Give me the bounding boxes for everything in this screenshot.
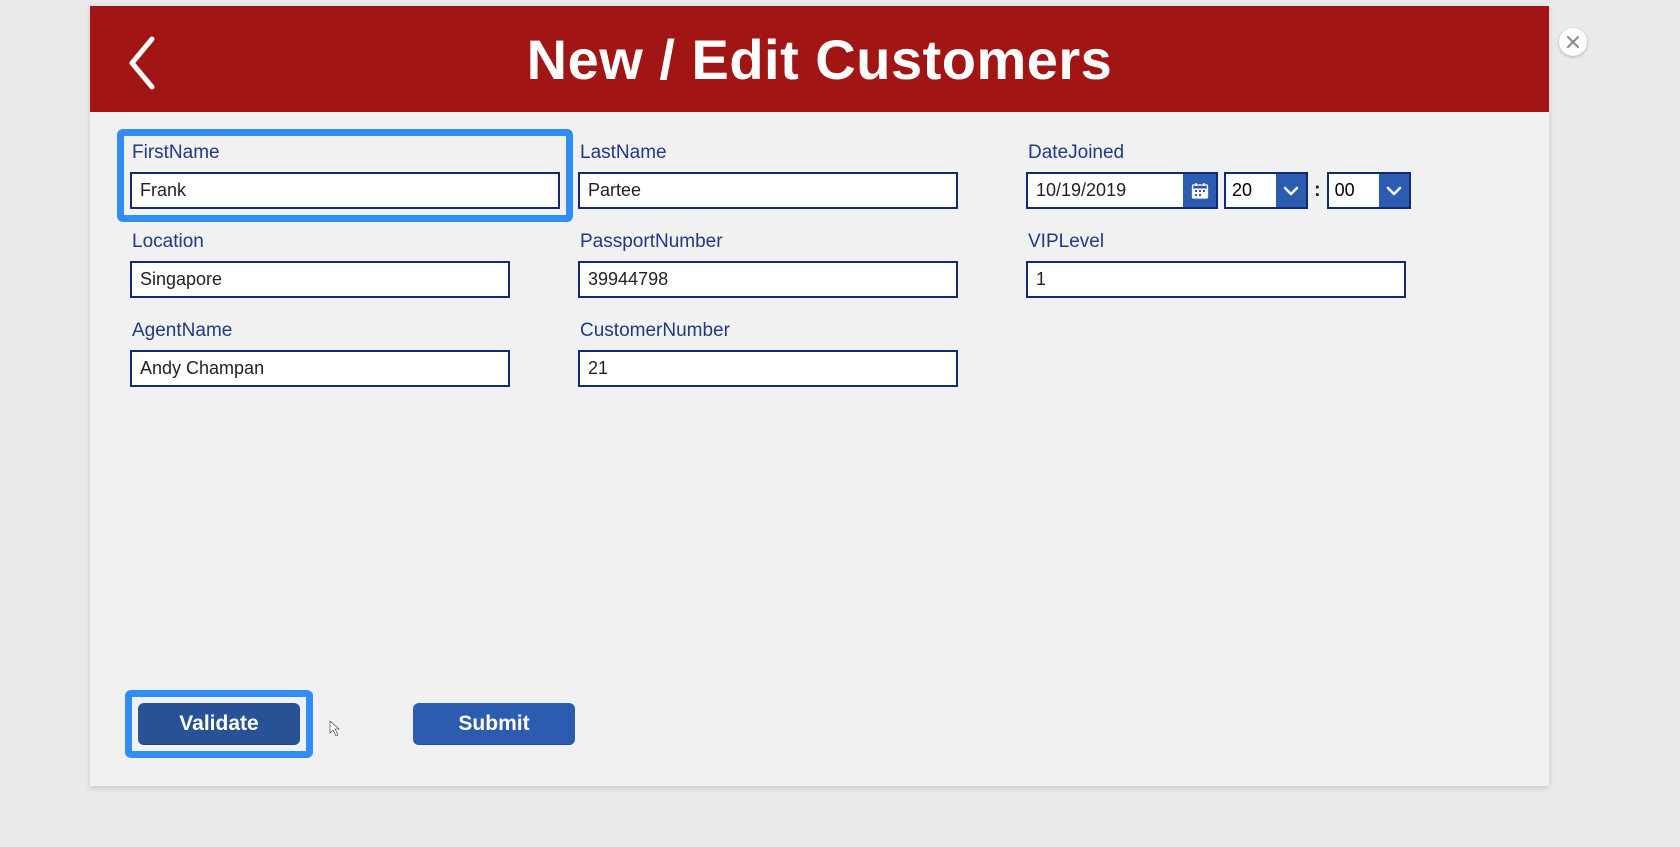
button-row: Validate Submit (125, 690, 575, 758)
chevron-left-icon (126, 35, 158, 91)
label-passport-number: PassportNumber (578, 231, 1008, 253)
page-title: New / Edit Customers (527, 27, 1113, 92)
input-location[interactable] (130, 261, 510, 298)
hour-value: 20 (1226, 174, 1276, 207)
header-bar: New / Edit Customers (90, 6, 1549, 112)
label-agent-name: AgentName (130, 320, 560, 342)
form-area: FirstName LastName DateJoined (90, 112, 1549, 786)
label-first-name: FirstName (130, 142, 560, 164)
chevron-down-icon (1283, 186, 1299, 196)
hour-select[interactable]: 20 (1224, 172, 1308, 209)
field-first-name: FirstName (130, 142, 560, 209)
field-customer-number: CustomerNumber (578, 320, 1008, 387)
date-input-wrap (1026, 172, 1218, 209)
input-vip-level[interactable] (1026, 261, 1406, 298)
customer-form-panel: New / Edit Customers FirstName LastName (90, 6, 1549, 786)
back-button[interactable] (120, 28, 164, 98)
label-date-joined: DateJoined (1026, 142, 1456, 164)
label-customer-number: CustomerNumber (578, 320, 1008, 342)
date-joined-row: 20 : 00 (1026, 172, 1456, 209)
validate-button[interactable]: Validate (138, 703, 300, 745)
field-last-name: LastName (578, 142, 1008, 209)
input-last-name[interactable] (578, 172, 958, 209)
minute-dropdown-button[interactable] (1379, 174, 1409, 207)
input-first-name[interactable] (130, 172, 560, 209)
input-customer-number[interactable] (578, 350, 958, 387)
form-grid: FirstName LastName DateJoined (130, 142, 1509, 387)
highlight-validate: Validate (125, 690, 313, 758)
field-agent-name: AgentName (130, 320, 560, 387)
field-date-joined: DateJoined (1026, 142, 1456, 209)
chevron-down-icon (1386, 186, 1402, 196)
input-date-joined[interactable] (1028, 174, 1183, 207)
calendar-button[interactable] (1183, 174, 1216, 207)
minute-select[interactable]: 00 (1327, 172, 1411, 209)
field-passport-number: PassportNumber (578, 231, 1008, 298)
highlight-first-name: FirstName (117, 129, 573, 222)
calendar-icon (1191, 182, 1209, 200)
field-location: Location (130, 231, 560, 298)
minute-value: 00 (1329, 174, 1379, 207)
time-colon: : (1314, 179, 1321, 202)
label-last-name: LastName (578, 142, 1008, 164)
label-vip-level: VIPLevel (1026, 231, 1456, 253)
submit-button[interactable]: Submit (413, 703, 575, 745)
input-agent-name[interactable] (130, 350, 510, 387)
field-vip-level: VIPLevel (1026, 231, 1456, 298)
close-button[interactable] (1559, 28, 1587, 56)
input-passport-number[interactable] (578, 261, 958, 298)
hour-dropdown-button[interactable] (1276, 174, 1306, 207)
close-icon (1567, 36, 1579, 48)
label-location: Location (130, 231, 560, 253)
